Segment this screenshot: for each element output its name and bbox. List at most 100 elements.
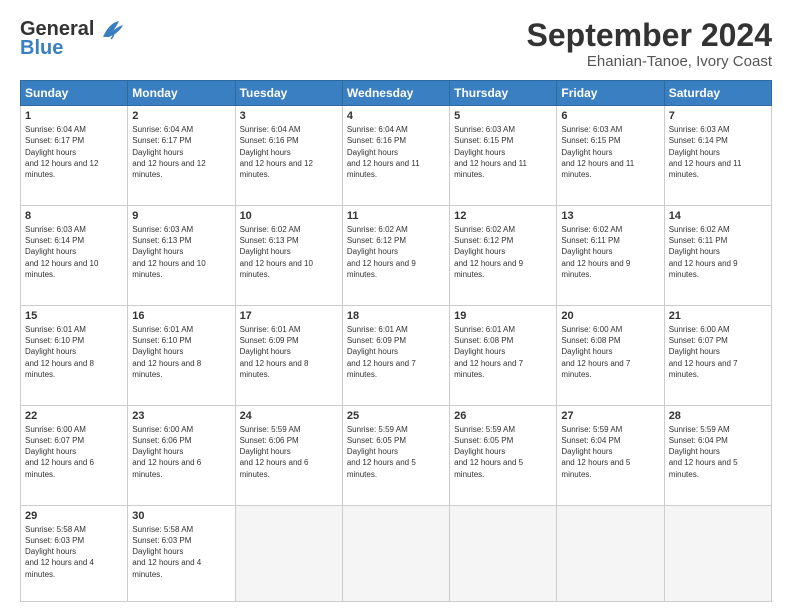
day-info: Sunrise: 6:02 AMSunset: 6:12 PMDaylight … xyxy=(454,224,552,280)
day-number: 26 xyxy=(454,410,552,422)
header-sunday: Sunday xyxy=(21,81,128,106)
day-number: 27 xyxy=(561,410,659,422)
calendar-week-row: 15 Sunrise: 6:01 AMSunset: 6:10 PMDayligh… xyxy=(21,306,772,406)
day-number: 28 xyxy=(669,410,767,422)
day-number: 4 xyxy=(347,110,445,122)
calendar-cell: 14 Sunrise: 6:02 AMSunset: 6:11 PMDayligh… xyxy=(664,206,771,306)
logo-blue-text: Blue xyxy=(20,37,63,60)
page: General Blue September 2024 Ehanian-Tano… xyxy=(0,0,792,612)
calendar-cell xyxy=(664,505,771,601)
day-info: Sunrise: 6:04 AMSunset: 6:16 PMDaylight … xyxy=(347,124,445,180)
day-info: Sunrise: 6:01 AMSunset: 6:10 PMDaylight … xyxy=(25,324,123,380)
day-info: Sunrise: 6:03 AMSunset: 6:15 PMDaylight … xyxy=(561,124,659,180)
day-info: Sunrise: 6:04 AMSunset: 6:17 PMDaylight … xyxy=(132,124,230,180)
day-number: 1 xyxy=(25,110,123,122)
day-number: 8 xyxy=(25,210,123,222)
day-number: 2 xyxy=(132,110,230,122)
day-info: Sunrise: 6:01 AMSunset: 6:09 PMDaylight … xyxy=(240,324,338,380)
header-wednesday: Wednesday xyxy=(342,81,449,106)
day-info: Sunrise: 6:02 AMSunset: 6:11 PMDaylight … xyxy=(561,224,659,280)
day-number: 16 xyxy=(132,310,230,322)
calendar-cell: 15 Sunrise: 6:01 AMSunset: 6:10 PMDayligh… xyxy=(21,306,128,406)
day-info: Sunrise: 6:00 AMSunset: 6:08 PMDaylight … xyxy=(561,324,659,380)
day-info: Sunrise: 5:59 AMSunset: 6:06 PMDaylight … xyxy=(240,424,338,480)
calendar-cell: 13 Sunrise: 6:02 AMSunset: 6:11 PMDayligh… xyxy=(557,206,664,306)
calendar-cell: 5 Sunrise: 6:03 AMSunset: 6:15 PMDaylight… xyxy=(450,106,557,206)
day-info: Sunrise: 6:00 AMSunset: 6:07 PMDaylight … xyxy=(669,324,767,380)
day-info: Sunrise: 6:00 AMSunset: 6:06 PMDaylight … xyxy=(132,424,230,480)
day-number: 29 xyxy=(25,510,123,522)
calendar-week-row: 1 Sunrise: 6:04 AMSunset: 6:17 PMDaylight… xyxy=(21,106,772,206)
day-number: 12 xyxy=(454,210,552,222)
day-number: 6 xyxy=(561,110,659,122)
calendar-cell: 25 Sunrise: 5:59 AMSunset: 6:05 PMDayligh… xyxy=(342,405,449,505)
day-number: 25 xyxy=(347,410,445,422)
day-number: 14 xyxy=(669,210,767,222)
calendar-cell: 6 Sunrise: 6:03 AMSunset: 6:15 PMDaylight… xyxy=(557,106,664,206)
calendar-cell: 23 Sunrise: 6:00 AMSunset: 6:06 PMDayligh… xyxy=(128,405,235,505)
header-monday: Monday xyxy=(128,81,235,106)
day-number: 20 xyxy=(561,310,659,322)
day-info: Sunrise: 6:02 AMSunset: 6:11 PMDaylight … xyxy=(669,224,767,280)
day-info: Sunrise: 5:59 AMSunset: 6:05 PMDaylight … xyxy=(347,424,445,480)
day-info: Sunrise: 6:03 AMSunset: 6:14 PMDaylight … xyxy=(25,224,123,280)
calendar-cell: 12 Sunrise: 6:02 AMSunset: 6:12 PMDayligh… xyxy=(450,206,557,306)
day-number: 21 xyxy=(669,310,767,322)
month-title: September 2024 xyxy=(527,18,772,53)
day-info: Sunrise: 5:58 AMSunset: 6:03 PMDaylight … xyxy=(25,524,123,580)
calendar-cell: 7Sunrise: 6:03 AMSunset: 6:14 PMDaylight… xyxy=(664,106,771,206)
day-number: 23 xyxy=(132,410,230,422)
calendar-cell: 1 Sunrise: 6:04 AMSunset: 6:17 PMDaylight… xyxy=(21,106,128,206)
day-info: Sunrise: 6:03 AMSunset: 6:13 PMDaylight … xyxy=(132,224,230,280)
calendar-cell: 18 Sunrise: 6:01 AMSunset: 6:09 PMDayligh… xyxy=(342,306,449,406)
day-number: 11 xyxy=(347,210,445,222)
day-number: 24 xyxy=(240,410,338,422)
logo-bird-icon xyxy=(99,19,127,41)
day-info: Sunrise: 6:04 AMSunset: 6:17 PMDaylight … xyxy=(25,124,123,180)
day-number: 10 xyxy=(240,210,338,222)
title-area: September 2024 Ehanian-Tanoe, Ivory Coas… xyxy=(527,18,772,70)
day-info: Sunrise: 6:03 AMSunset: 6:15 PMDaylight … xyxy=(454,124,552,180)
day-number: 17 xyxy=(240,310,338,322)
day-info: Sunrise: 6:01 AMSunset: 6:08 PMDaylight … xyxy=(454,324,552,380)
calendar-cell: 22Sunrise: 6:00 AMSunset: 6:07 PMDayligh… xyxy=(21,405,128,505)
calendar-cell: 3Sunrise: 6:04 AMSunset: 6:16 PMDaylight… xyxy=(235,106,342,206)
calendar-cell: 24 Sunrise: 5:59 AMSunset: 6:06 PMDayligh… xyxy=(235,405,342,505)
calendar-cell: 4 Sunrise: 6:04 AMSunset: 6:16 PMDaylight… xyxy=(342,106,449,206)
calendar-cell: 11 Sunrise: 6:02 AMSunset: 6:12 PMDayligh… xyxy=(342,206,449,306)
day-number: 13 xyxy=(561,210,659,222)
calendar-cell: 16Sunrise: 6:01 AMSunset: 6:10 PMDayligh… xyxy=(128,306,235,406)
day-info: Sunrise: 5:58 AMSunset: 6:03 PMDaylight … xyxy=(132,524,230,580)
day-number: 15 xyxy=(25,310,123,322)
location-subtitle: Ehanian-Tanoe, Ivory Coast xyxy=(527,53,772,70)
header-friday: Friday xyxy=(557,81,664,106)
calendar-cell: 10 Sunrise: 6:02 AMSunset: 6:13 PMDayligh… xyxy=(235,206,342,306)
day-number: 30 xyxy=(132,510,230,522)
calendar-cell xyxy=(557,505,664,601)
calendar-cell: 30 Sunrise: 5:58 AMSunset: 6:03 PMDayligh… xyxy=(128,505,235,601)
day-number: 22 xyxy=(25,410,123,422)
calendar-cell: 19Sunrise: 6:01 AMSunset: 6:08 PMDayligh… xyxy=(450,306,557,406)
day-number: 3 xyxy=(240,110,338,122)
day-info: Sunrise: 6:02 AMSunset: 6:13 PMDaylight … xyxy=(240,224,338,280)
calendar-cell: 21 Sunrise: 6:00 AMSunset: 6:07 PMDayligh… xyxy=(664,306,771,406)
calendar-cell: 26Sunrise: 5:59 AMSunset: 6:05 PMDayligh… xyxy=(450,405,557,505)
calendar-header-row: Sunday Monday Tuesday Wednesday Thursday… xyxy=(21,81,772,106)
calendar-cell: 27Sunrise: 5:59 AMSunset: 6:04 PMDayligh… xyxy=(557,405,664,505)
calendar-cell: 29 Sunrise: 5:58 AMSunset: 6:03 PMDayligh… xyxy=(21,505,128,601)
calendar-cell: 9 Sunrise: 6:03 AMSunset: 6:13 PMDaylight… xyxy=(128,206,235,306)
day-info: Sunrise: 6:01 AMSunset: 6:09 PMDaylight … xyxy=(347,324,445,380)
calendar-week-row: 8 Sunrise: 6:03 AMSunset: 6:14 PMDaylight… xyxy=(21,206,772,306)
header-saturday: Saturday xyxy=(664,81,771,106)
calendar-cell: 2 Sunrise: 6:04 AMSunset: 6:17 PMDaylight… xyxy=(128,106,235,206)
day-number: 5 xyxy=(454,110,552,122)
logo: General Blue xyxy=(20,18,127,60)
day-number: 18 xyxy=(347,310,445,322)
calendar-cell xyxy=(235,505,342,601)
calendar-cell: 17 Sunrise: 6:01 AMSunset: 6:09 PMDayligh… xyxy=(235,306,342,406)
calendar-cell: 28Sunrise: 5:59 AMSunset: 6:04 PMDayligh… xyxy=(664,405,771,505)
day-info: Sunrise: 6:03 AMSunset: 6:14 PMDaylight … xyxy=(669,124,767,180)
day-number: 9 xyxy=(132,210,230,222)
calendar-week-row: 29 Sunrise: 5:58 AMSunset: 6:03 PMDayligh… xyxy=(21,505,772,601)
day-info: Sunrise: 6:02 AMSunset: 6:12 PMDaylight … xyxy=(347,224,445,280)
